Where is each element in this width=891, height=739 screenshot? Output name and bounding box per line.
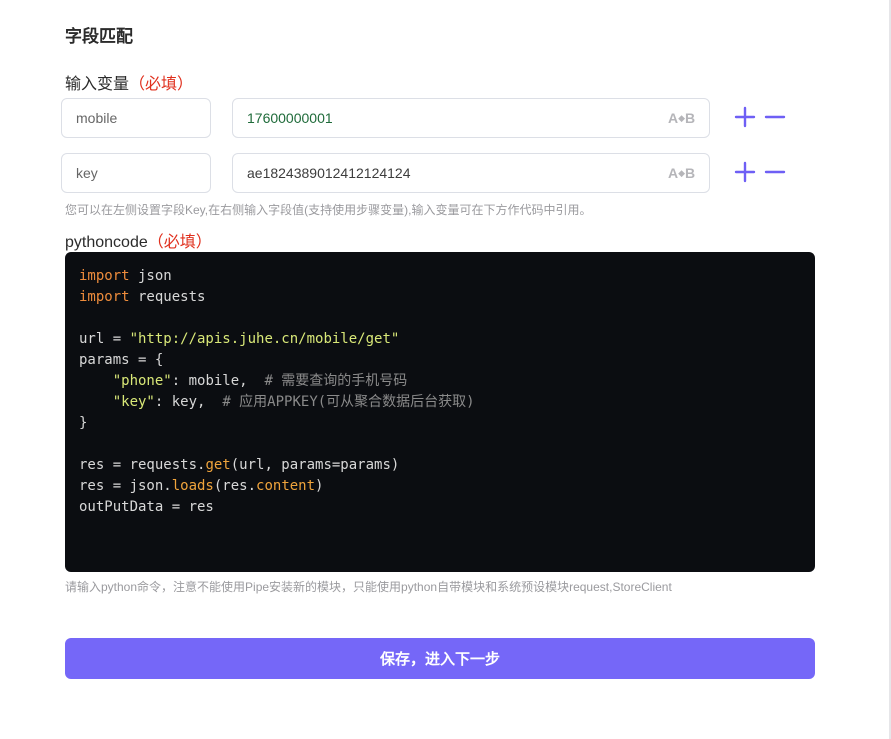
- remove-row-icon[interactable]: [764, 106, 786, 128]
- code-line: outPutData = res: [79, 497, 801, 518]
- code-token: params = {: [79, 352, 164, 368]
- code-line: import json: [79, 266, 801, 287]
- code-line: "key": key, # 应用APPKEY(可从聚合数据后台获取): [79, 392, 801, 413]
- code-line: params = {: [79, 350, 801, 371]
- code-token: # 需要查询的手机号码: [264, 373, 408, 389]
- code-token: outPutData = res: [79, 499, 214, 515]
- code-token: (res.: [213, 478, 257, 494]
- code-line: res = requests.get(url, params=params): [79, 455, 801, 476]
- pythoncode-label: pythoncode（必填）: [65, 228, 212, 252]
- code-line: }: [79, 413, 801, 434]
- python-code-editor[interactable]: import json import requests url = "http://…: [65, 252, 815, 572]
- var-value-input-1[interactable]: [232, 98, 710, 138]
- input-vars-label-text: 输入变量: [65, 76, 130, 93]
- input-vars-label: 输入变量（必填）: [65, 70, 193, 94]
- save-next-button[interactable]: 保存，进入下一步: [65, 638, 815, 679]
- code-token: : key,: [154, 394, 223, 410]
- code-token: loads: [171, 478, 214, 494]
- code-token: import: [79, 289, 130, 305]
- code-token: }: [79, 415, 88, 431]
- add-row-icon[interactable]: [734, 106, 756, 128]
- required-tag: （必填）: [129, 76, 194, 93]
- add-row-icon[interactable]: [734, 161, 756, 183]
- required-tag: （必填）: [147, 234, 212, 251]
- code-token: ): [315, 478, 324, 494]
- code-token: (url, params=params): [230, 457, 400, 473]
- code-line: res = json.loads(res.content): [79, 476, 801, 497]
- code-token: "key": [112, 394, 155, 410]
- code-line: import requests: [79, 287, 801, 308]
- code-line: "phone": mobile, # 需要查询的手机号码: [79, 371, 801, 392]
- code-token: res = json.: [79, 478, 172, 494]
- code-token: res = requests.: [79, 457, 206, 473]
- var-value-input-2[interactable]: [232, 153, 710, 193]
- step-variable-toggle-icon[interactable]: A◆B: [668, 110, 695, 126]
- var-key-input-2[interactable]: [61, 153, 211, 193]
- code-token: : mobile,: [171, 373, 265, 389]
- code-line: url = "http://apis.juhe.cn/mobile/get": [79, 329, 801, 350]
- pythoncode-label-text: pythoncode: [65, 234, 148, 251]
- code-token: json: [129, 268, 172, 284]
- code-token: requests: [129, 289, 206, 305]
- code-token: "http://apis.juhe.cn/mobile/get": [129, 331, 400, 347]
- code-token: import: [79, 268, 130, 284]
- var-key-input-1[interactable]: [61, 98, 211, 138]
- step-variable-toggle-icon[interactable]: A◆B: [668, 165, 695, 181]
- code-token: get: [205, 457, 231, 473]
- remove-row-icon[interactable]: [764, 161, 786, 183]
- input-vars-hint: 您可以在左侧设置字段Key,在右侧输入字段值(支持使用步骤变量),输入变量可在下…: [65, 203, 592, 217]
- code-token: content: [256, 478, 316, 494]
- code-token: url =: [79, 331, 130, 347]
- code-token: # 应用APPKEY(可从聚合数据后台获取): [222, 394, 475, 410]
- code-token: "phone": [112, 373, 172, 389]
- section-title: 字段匹配: [65, 27, 133, 46]
- code-hint: 请输入python命令，注意不能使用Pipe安装新的模块，只能使用python自…: [65, 580, 672, 594]
